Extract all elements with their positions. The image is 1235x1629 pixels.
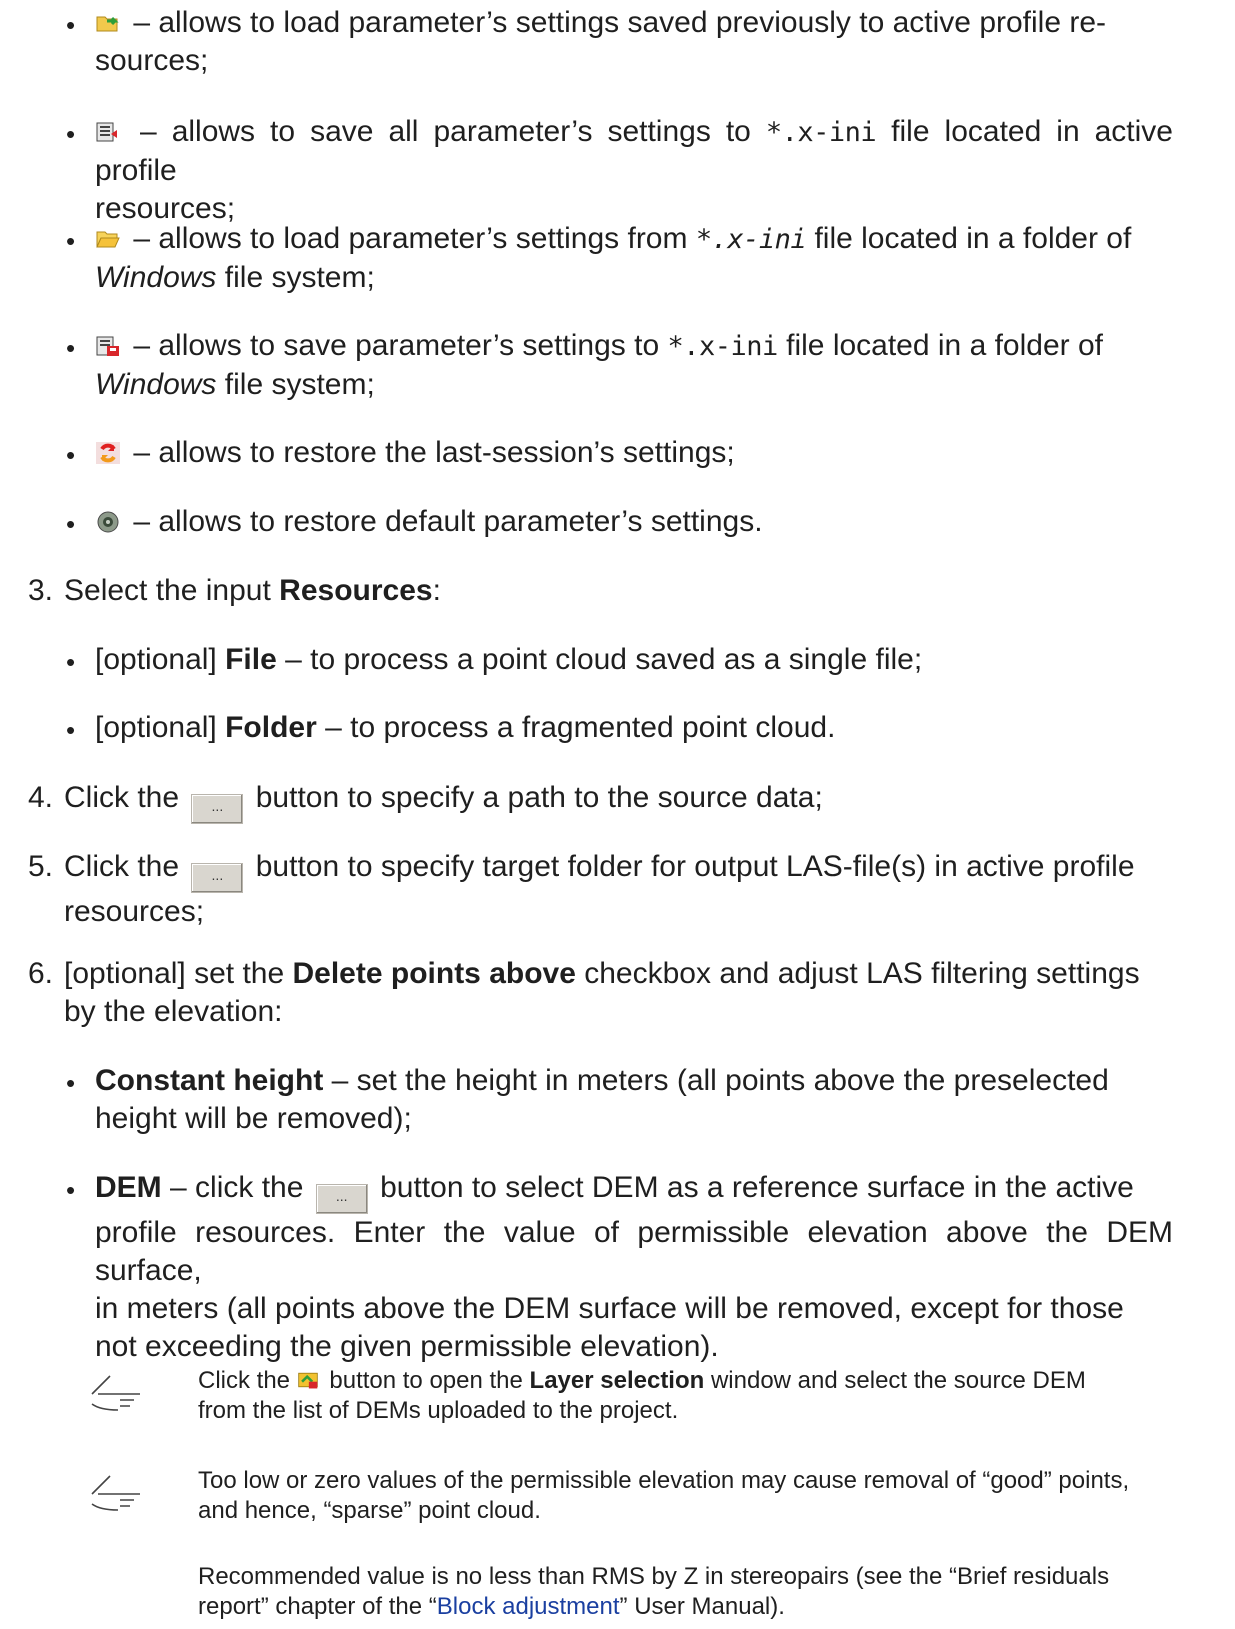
step-3: Select the input Resources: bbox=[64, 574, 441, 607]
bullet: • bbox=[66, 440, 76, 470]
bullet: • bbox=[66, 509, 76, 539]
list-item: Constant height – set the height in mete… bbox=[95, 1064, 1109, 1135]
browse-source-button[interactable]: ... bbox=[191, 794, 244, 824]
list-item: [optional] Folder – to process a fragmen… bbox=[95, 711, 836, 744]
save-to-file-icon[interactable] bbox=[95, 334, 121, 358]
bullet: • bbox=[66, 647, 76, 677]
step-number: 5. bbox=[28, 850, 54, 883]
bullet: • bbox=[66, 119, 76, 149]
pointing-hand-icon bbox=[91, 1475, 140, 1511]
pointing-hand-icon bbox=[91, 1375, 140, 1411]
list-item: [optional] File – to process a point clo… bbox=[95, 643, 923, 676]
list-item: – allows to save parameter’s settings to… bbox=[95, 329, 1103, 401]
list-item: – allows to load parameter’s settings fr… bbox=[95, 222, 1132, 294]
block-adjustment-link[interactable]: Block adjustment bbox=[437, 1593, 620, 1620]
layer-selection-icon[interactable] bbox=[297, 1369, 319, 1391]
step-number: 3. bbox=[28, 574, 54, 607]
list-item: – allows to save all parameter’s setting… bbox=[95, 115, 1173, 225]
list-item: – allows to restore the last-session’s s… bbox=[95, 434, 1173, 472]
load-previous-settings-icon[interactable] bbox=[95, 11, 121, 35]
bullet: • bbox=[66, 715, 76, 745]
bullet: • bbox=[66, 226, 76, 256]
step-number: 4. bbox=[28, 781, 54, 814]
step-6: [optional] set the Delete points above c… bbox=[64, 957, 1140, 1028]
restore-defaults-icon[interactable] bbox=[95, 510, 121, 534]
bullet: • bbox=[66, 333, 76, 363]
bullet: • bbox=[66, 1068, 76, 1098]
step-number: 6. bbox=[28, 957, 54, 990]
browse-target-folder-button[interactable]: ... bbox=[191, 863, 244, 893]
bullet: • bbox=[66, 1175, 76, 1205]
list-item: DEM – click the ... button to select DEM… bbox=[95, 1171, 1173, 1363]
save-all-settings-icon[interactable] bbox=[95, 120, 121, 144]
select-dem-button[interactable]: ... bbox=[315, 1184, 368, 1214]
list-item: – allows to load parameter’s settings sa… bbox=[95, 6, 1107, 77]
note-layer-selection: Click the button to open the Layer selec… bbox=[198, 1367, 1086, 1424]
note-permissible-elevation: Too low or zero values of the permissibl… bbox=[198, 1467, 1130, 1524]
note-recommended-value: Recommended value is no less than RMS by… bbox=[198, 1563, 1110, 1620]
open-folder-icon[interactable] bbox=[95, 227, 121, 251]
restore-last-session-icon[interactable] bbox=[95, 441, 121, 465]
step-4: Click the ... button to specify a path t… bbox=[64, 779, 1174, 824]
bullet: • bbox=[66, 10, 76, 40]
step-5: Click the ... button to specify target f… bbox=[64, 850, 1135, 928]
list-item: – allows to restore default parameter’s … bbox=[95, 503, 1173, 541]
